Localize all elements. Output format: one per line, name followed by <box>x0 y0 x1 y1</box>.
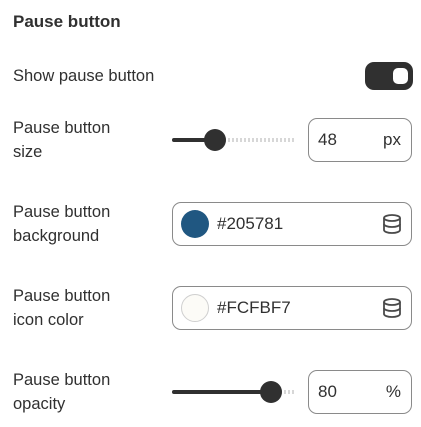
icon-color-label: Pause button icon color <box>13 284 110 332</box>
background-label-line1: Pause button <box>13 203 111 221</box>
show-pause-label: Show pause button <box>13 67 155 85</box>
opacity-input[interactable]: 80 % <box>308 370 412 414</box>
size-slider[interactable] <box>172 128 296 152</box>
size-label-line2: size <box>13 143 43 161</box>
opacity-label-line2: opacity <box>13 395 66 413</box>
slider-thumb[interactable] <box>260 381 283 403</box>
background-swatch[interactable] <box>181 210 209 238</box>
opacity-unit: % <box>385 382 401 401</box>
database-icon[interactable] <box>381 297 403 319</box>
size-value: 48 <box>318 130 337 149</box>
background-hex: #205781 <box>217 214 284 233</box>
icon-color-hex: #FCFBF7 <box>217 298 291 317</box>
size-label-line1: Pause button <box>13 119 111 137</box>
opacity-value: 80 <box>318 382 337 401</box>
opacity-slider[interactable] <box>172 380 296 404</box>
database-icon[interactable] <box>381 213 403 235</box>
toggle-knob <box>393 68 408 84</box>
background-color-field[interactable]: #205781 <box>172 202 412 246</box>
icon-color-label-line2: icon color <box>13 311 84 329</box>
slider-thumb[interactable] <box>204 129 227 151</box>
section-title: Pause button <box>13 12 121 31</box>
icon-color-label-line1: Pause button <box>13 287 111 305</box>
icon-color-field[interactable]: #FCFBF7 <box>172 286 412 330</box>
background-label-line2: background <box>13 227 100 245</box>
background-label: Pause button background <box>13 200 110 248</box>
slider-fill <box>172 390 272 394</box>
opacity-label-line1: Pause button <box>13 371 111 389</box>
size-input[interactable]: 48 px <box>308 118 412 162</box>
size-label: Pause button size <box>13 116 110 164</box>
opacity-label: Pause button opacity <box>13 368 110 416</box>
icon-color-swatch[interactable] <box>181 294 209 322</box>
show-pause-toggle[interactable] <box>365 62 413 90</box>
size-unit: px <box>383 130 401 149</box>
